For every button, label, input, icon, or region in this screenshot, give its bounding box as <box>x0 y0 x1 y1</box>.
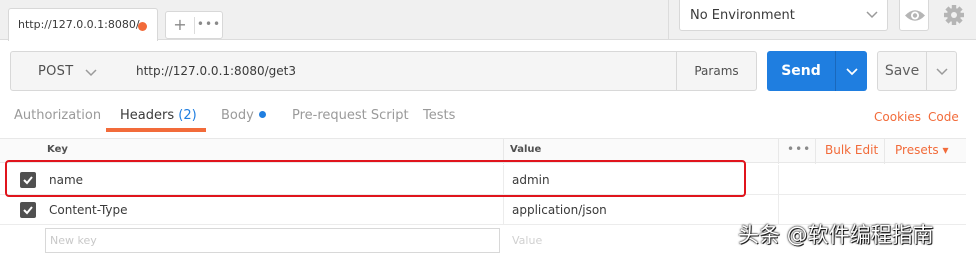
environment-selected: No Environment <box>690 8 795 23</box>
tab-strip: http://127.0.0.1:8080/ + ••• <box>0 0 668 41</box>
tab-actions: + ••• <box>165 11 223 39</box>
highlight-annotation-box <box>5 160 746 197</box>
table-more-button[interactable]: ••• <box>787 142 811 156</box>
caret-down-icon: ▾ <box>942 143 949 157</box>
new-key-placeholder: New key <box>50 234 97 247</box>
header-value-cell[interactable]: application/json <box>512 203 607 217</box>
headers-count: (2) <box>178 108 197 123</box>
unsaved-dot <box>138 22 147 31</box>
request-tab[interactable]: http://127.0.0.1:8080/ <box>8 8 158 41</box>
body-indicator-dot <box>258 111 266 118</box>
url-value: http://127.0.0.1:8080/get3 <box>136 64 296 78</box>
check-icon <box>23 206 33 215</box>
environment-select[interactable]: No Environment <box>679 0 888 31</box>
column-divider <box>815 139 816 164</box>
column-divider <box>884 139 885 164</box>
send-options-button[interactable] <box>835 51 867 91</box>
presets-dropdown[interactable]: Presets ▾ <box>895 143 949 157</box>
tab-authorization[interactable]: Authorization <box>14 108 101 123</box>
method-select[interactable]: POST <box>10 51 126 91</box>
column-divider <box>778 139 779 164</box>
url-input[interactable]: http://127.0.0.1:8080/get3 <box>125 51 677 91</box>
new-tab-button[interactable]: + <box>166 12 194 38</box>
chevron-down-icon <box>935 68 948 76</box>
watermark-text: 头条 @软件编程指南 <box>738 223 934 247</box>
active-tab-indicator <box>106 128 206 132</box>
column-divider <box>503 195 504 224</box>
presets-label: Presets <box>895 143 939 157</box>
new-key-input[interactable]: New key <box>45 228 500 253</box>
eye-icon <box>905 10 925 21</box>
tab-more-button[interactable]: ••• <box>195 12 223 38</box>
chevron-down-icon <box>85 69 97 77</box>
save-button[interactable]: Save <box>877 51 927 91</box>
tab-tests[interactable]: Tests <box>423 108 455 123</box>
tab-body-label: Body <box>221 108 254 123</box>
key-column-header: Key <box>47 144 68 155</box>
cookies-link[interactable]: Cookies <box>874 110 921 124</box>
send-button[interactable]: Send <box>767 51 835 91</box>
method-label: POST <box>38 64 74 79</box>
row-enabled-checkbox[interactable] <box>20 202 36 218</box>
value-column-header: Value <box>510 144 542 155</box>
request-tab-title: http://127.0.0.1:8080/ <box>18 18 140 31</box>
chevron-down-icon <box>845 68 858 76</box>
environment-quick-look-button[interactable] <box>899 0 929 31</box>
tab-headers-label: Headers <box>120 108 175 123</box>
gear-icon <box>944 5 964 25</box>
code-link[interactable]: Code <box>928 110 959 124</box>
column-divider <box>778 165 779 194</box>
save-options-button[interactable] <box>926 51 957 91</box>
chevron-down-icon <box>866 11 878 19</box>
tab-body[interactable]: Body <box>221 108 266 123</box>
bulk-edit-link[interactable]: Bulk Edit <box>825 143 878 157</box>
tab-headers[interactable]: Headers (2) <box>120 108 197 123</box>
tab-pre-request-script[interactable]: Pre-request Script <box>292 108 409 123</box>
settings-button[interactable] <box>938 0 970 31</box>
params-button[interactable]: Params <box>676 51 757 91</box>
new-value-input[interactable]: Value <box>512 234 542 247</box>
header-key-cell[interactable]: Content-Type <box>49 203 128 217</box>
